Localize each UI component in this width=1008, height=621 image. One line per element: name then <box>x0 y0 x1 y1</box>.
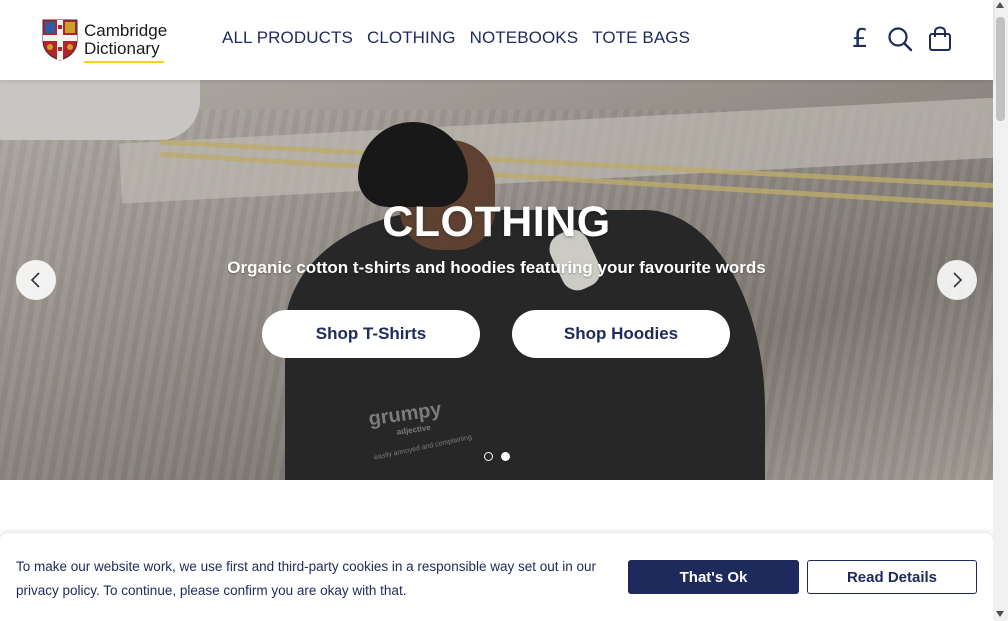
header-actions: £ <box>847 24 953 54</box>
search-button[interactable] <box>887 24 913 54</box>
hero-overlay <box>0 80 993 480</box>
scroll-down-arrow-icon[interactable] <box>996 611 1004 617</box>
cookie-accept-button[interactable]: That's Ok <box>628 560 799 594</box>
carousel-prev-button[interactable] <box>16 260 56 300</box>
cookie-banner: To make our website work, we use first a… <box>0 533 993 621</box>
chevron-left-icon <box>30 272 40 288</box>
brand-line-2: Dictionary <box>84 39 160 58</box>
brand-logo[interactable]: Cambridge Dictionary <box>42 18 168 63</box>
cookie-message: To make our website work, we use first a… <box>16 559 597 598</box>
chevron-right-icon <box>953 272 963 288</box>
carousel-dot-2[interactable] <box>501 452 510 461</box>
search-icon <box>888 27 913 52</box>
shop-tshirts-button[interactable]: Shop T-Shirts <box>262 310 480 358</box>
carousel-dots <box>484 452 510 461</box>
hero-title: CLOTHING <box>382 198 611 246</box>
brand-underline <box>84 61 164 63</box>
nav-item-tote-bags[interactable]: TOTE BAGS <box>592 28 690 48</box>
nav-item-notebooks[interactable]: NOTEBOOKS <box>470 28 579 48</box>
shopping-bag-icon <box>929 26 951 51</box>
cambridge-shield-icon <box>42 19 78 61</box>
pound-icon: £ <box>851 24 869 54</box>
nav-item-all-products[interactable]: ALL PRODUCTS <box>222 28 353 48</box>
page-scrollbar[interactable] <box>993 0 1008 621</box>
brand-line-1: Cambridge <box>84 21 168 40</box>
scroll-up-arrow-icon[interactable] <box>996 2 1004 8</box>
hero-carousel: grumpy adjective easily annoyed and comp… <box>0 80 993 480</box>
site-header: Cambridge Dictionary ALL PRODUCTS CLOTHI… <box>0 0 993 80</box>
shop-hoodies-button[interactable]: Shop Hoodies <box>512 310 730 358</box>
cookie-details-button[interactable]: Read Details <box>807 560 977 594</box>
hero-subtitle: Organic cotton t-shirts and hoodies feat… <box>227 258 766 277</box>
scrollbar-thumb[interactable] <box>996 17 1005 121</box>
carousel-next-button[interactable] <box>937 260 977 300</box>
carousel-dot-1[interactable] <box>484 452 493 461</box>
cart-button[interactable] <box>927 24 953 54</box>
currency-button[interactable]: £ <box>847 24 873 54</box>
nav-item-clothing[interactable]: CLOTHING <box>367 28 456 48</box>
main-nav: ALL PRODUCTS CLOTHING NOTEBOOKS TOTE BAG… <box>222 28 690 48</box>
brand-name: Cambridge Dictionary <box>84 21 168 63</box>
page: Cambridge Dictionary ALL PRODUCTS CLOTHI… <box>0 0 1008 621</box>
